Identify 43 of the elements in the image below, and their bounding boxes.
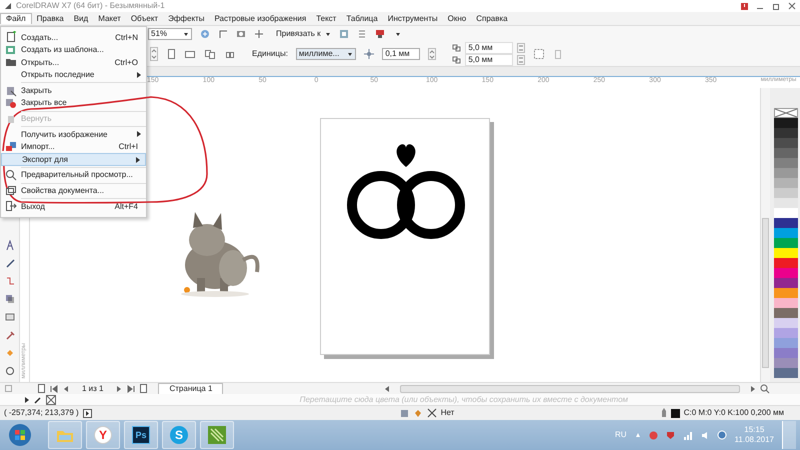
menu-item[interactable]: Макет (93, 14, 126, 24)
snap-dropdown[interactable]: Привязать к (276, 28, 331, 38)
menu-item[interactable]: Инструменты (382, 14, 443, 24)
taskbar-button[interactable]: Y (86, 421, 120, 449)
fill-value: Нет (440, 408, 454, 418)
photoshop-icon: Ps (132, 426, 150, 444)
menu-item[interactable]: Файл (0, 13, 32, 24)
menu-item[interactable]: Открыть... Ctrl+O (1, 56, 146, 69)
menu-item[interactable]: Правка (32, 14, 69, 24)
taskbar-button[interactable]: Ps (124, 421, 158, 449)
units-dropdown[interactable]: миллиме... (296, 48, 356, 60)
browser-icon: Y (94, 426, 112, 444)
cursor-coordinates: ( -257,374; 213,379 ) (4, 408, 79, 418)
menu-item[interactable]: Открыть последние (1, 68, 146, 82)
duplicate-distance-field[interactable]: 5,0 мм (465, 42, 514, 54)
menu-item[interactable]: Объект (126, 14, 164, 24)
page-count: 1 из 1 (82, 384, 104, 394)
window-title: CorelDRAW X7 (64 бит) - Безымянный-1 (16, 1, 165, 11)
menu-item[interactable]: Вид (68, 14, 94, 24)
drop-hint: Перетащите сюда цвета (или объекты), чтобы сохранить их вместе с документом (300, 394, 628, 404)
menu-item[interactable]: Свойства документа... (1, 184, 146, 198)
menu-item[interactable]: Экспорт для (1, 153, 146, 166)
page-tab[interactable]: Страница 1 (158, 383, 224, 394)
nudge-field[interactable]: 0,1 мм (382, 48, 420, 60)
menu-item[interactable]: Создать... Ctrl+N (1, 31, 146, 44)
menu-item[interactable]: Растровые изображения (209, 14, 312, 24)
menu-item[interactable]: Закрыть все (1, 96, 146, 110)
duplicate-distance-field[interactable]: 5,0 мм (465, 54, 514, 66)
menu-item[interactable]: Таблица (341, 14, 383, 24)
menu-item[interactable]: Справка (471, 14, 513, 24)
outline-value: C:0 M:0 Y:0 K:100 0,200 мм (684, 408, 784, 418)
menu-item[interactable]: Создать из шаблона... (1, 44, 146, 56)
skype-icon: S (170, 426, 188, 444)
menu-item[interactable]: Получить изображение (1, 128, 146, 141)
menu-item[interactable]: Текст (311, 14, 342, 24)
menu-item[interactable]: Закрыть (1, 84, 146, 97)
menu-item[interactable]: Выход Alt+F4 (1, 200, 146, 213)
menu-item[interactable]: Предварительный просмотр... (1, 168, 146, 182)
menu-item[interactable]: Эффекты (163, 14, 210, 24)
units-label: Единицы: (252, 48, 288, 58)
menu-item[interactable]: Окно (442, 14, 472, 24)
zoom-field[interactable]: 51% (148, 28, 192, 40)
menu-item[interactable]: Импорт... Ctrl+I (1, 140, 146, 154)
